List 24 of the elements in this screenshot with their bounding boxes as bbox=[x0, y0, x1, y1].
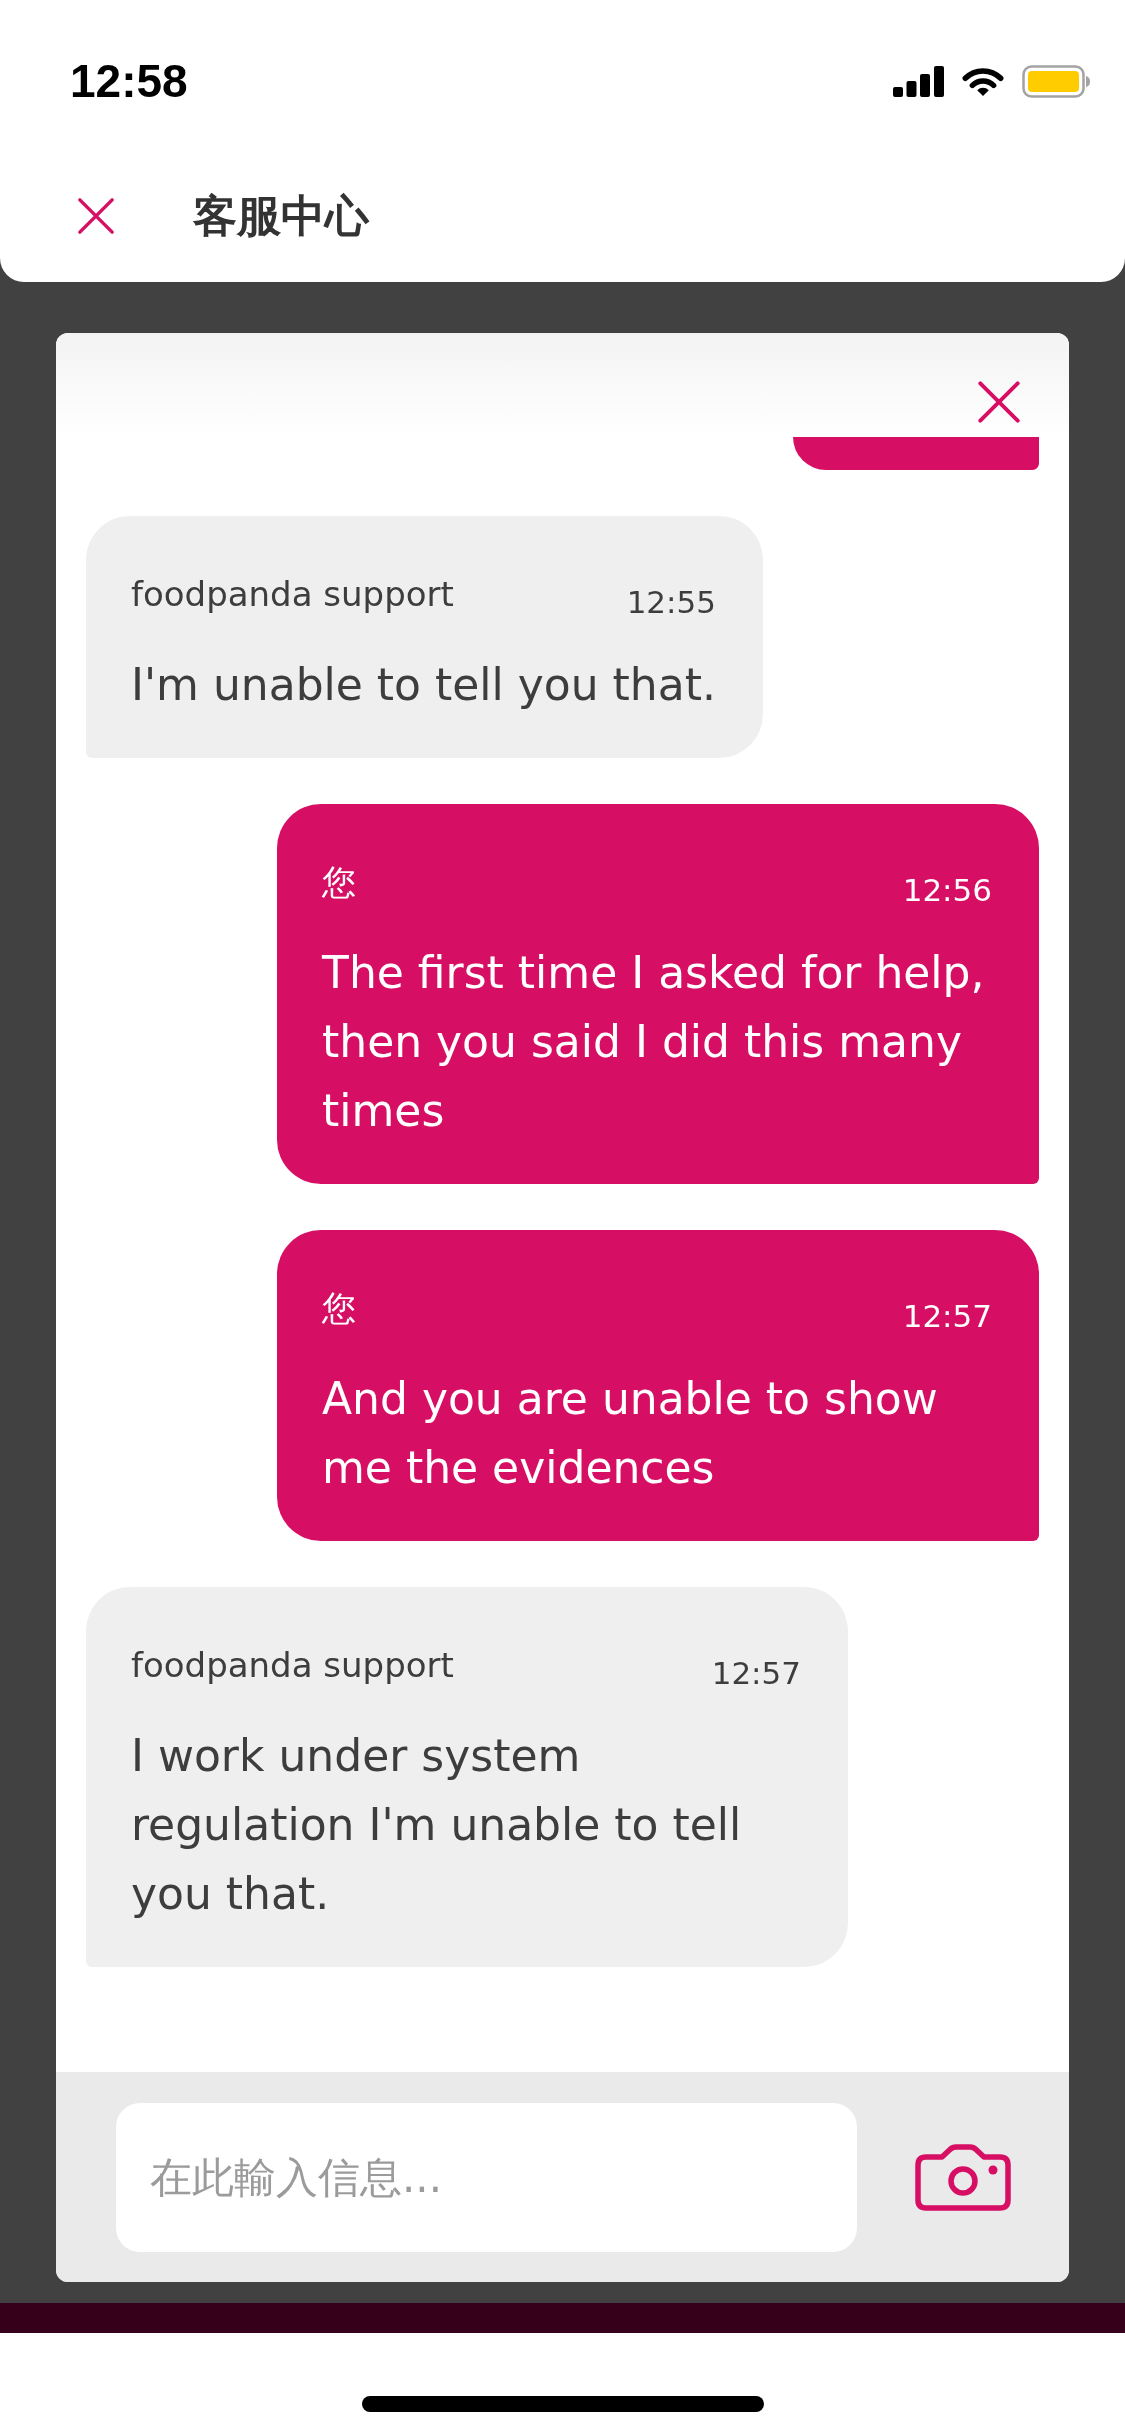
battery-icon bbox=[1022, 64, 1090, 98]
message-time: 12:55 bbox=[626, 583, 716, 622]
status-time: 12:58 bbox=[70, 58, 188, 104]
message-text: And you are unable to show me the evidences bbox=[322, 1372, 939, 1495]
message-time: 12:56 bbox=[902, 871, 992, 910]
sender-name: 您 bbox=[322, 1287, 356, 1330]
message-input[interactable]: 在此輸入信息... bbox=[116, 2102, 857, 2252]
sender-name: 您 bbox=[322, 861, 356, 904]
close-icon bbox=[77, 197, 115, 235]
sender-name: foodpanda support bbox=[131, 1644, 454, 1687]
close-button[interactable] bbox=[77, 197, 115, 235]
message-text: I work under system regulation I'm unable to tell you that. bbox=[131, 1729, 743, 1921]
close-button[interactable] bbox=[977, 380, 1021, 424]
camera-button[interactable] bbox=[915, 2143, 1011, 2211]
camera-icon bbox=[915, 2143, 1011, 2211]
message-text: I'm unable to tell you that. bbox=[131, 658, 716, 712]
message-time: 12:57 bbox=[711, 1654, 801, 1693]
message-time: 12:57 bbox=[902, 1297, 992, 1336]
sender-name: foodpanda support bbox=[131, 573, 454, 616]
message-text: The first time I asked for help, then you said I did this many times bbox=[322, 946, 986, 1138]
wifi-icon bbox=[961, 65, 1005, 97]
signal-icon bbox=[893, 65, 944, 97]
page-title: 客服中心 bbox=[193, 189, 369, 243]
close-icon bbox=[977, 380, 1021, 424]
